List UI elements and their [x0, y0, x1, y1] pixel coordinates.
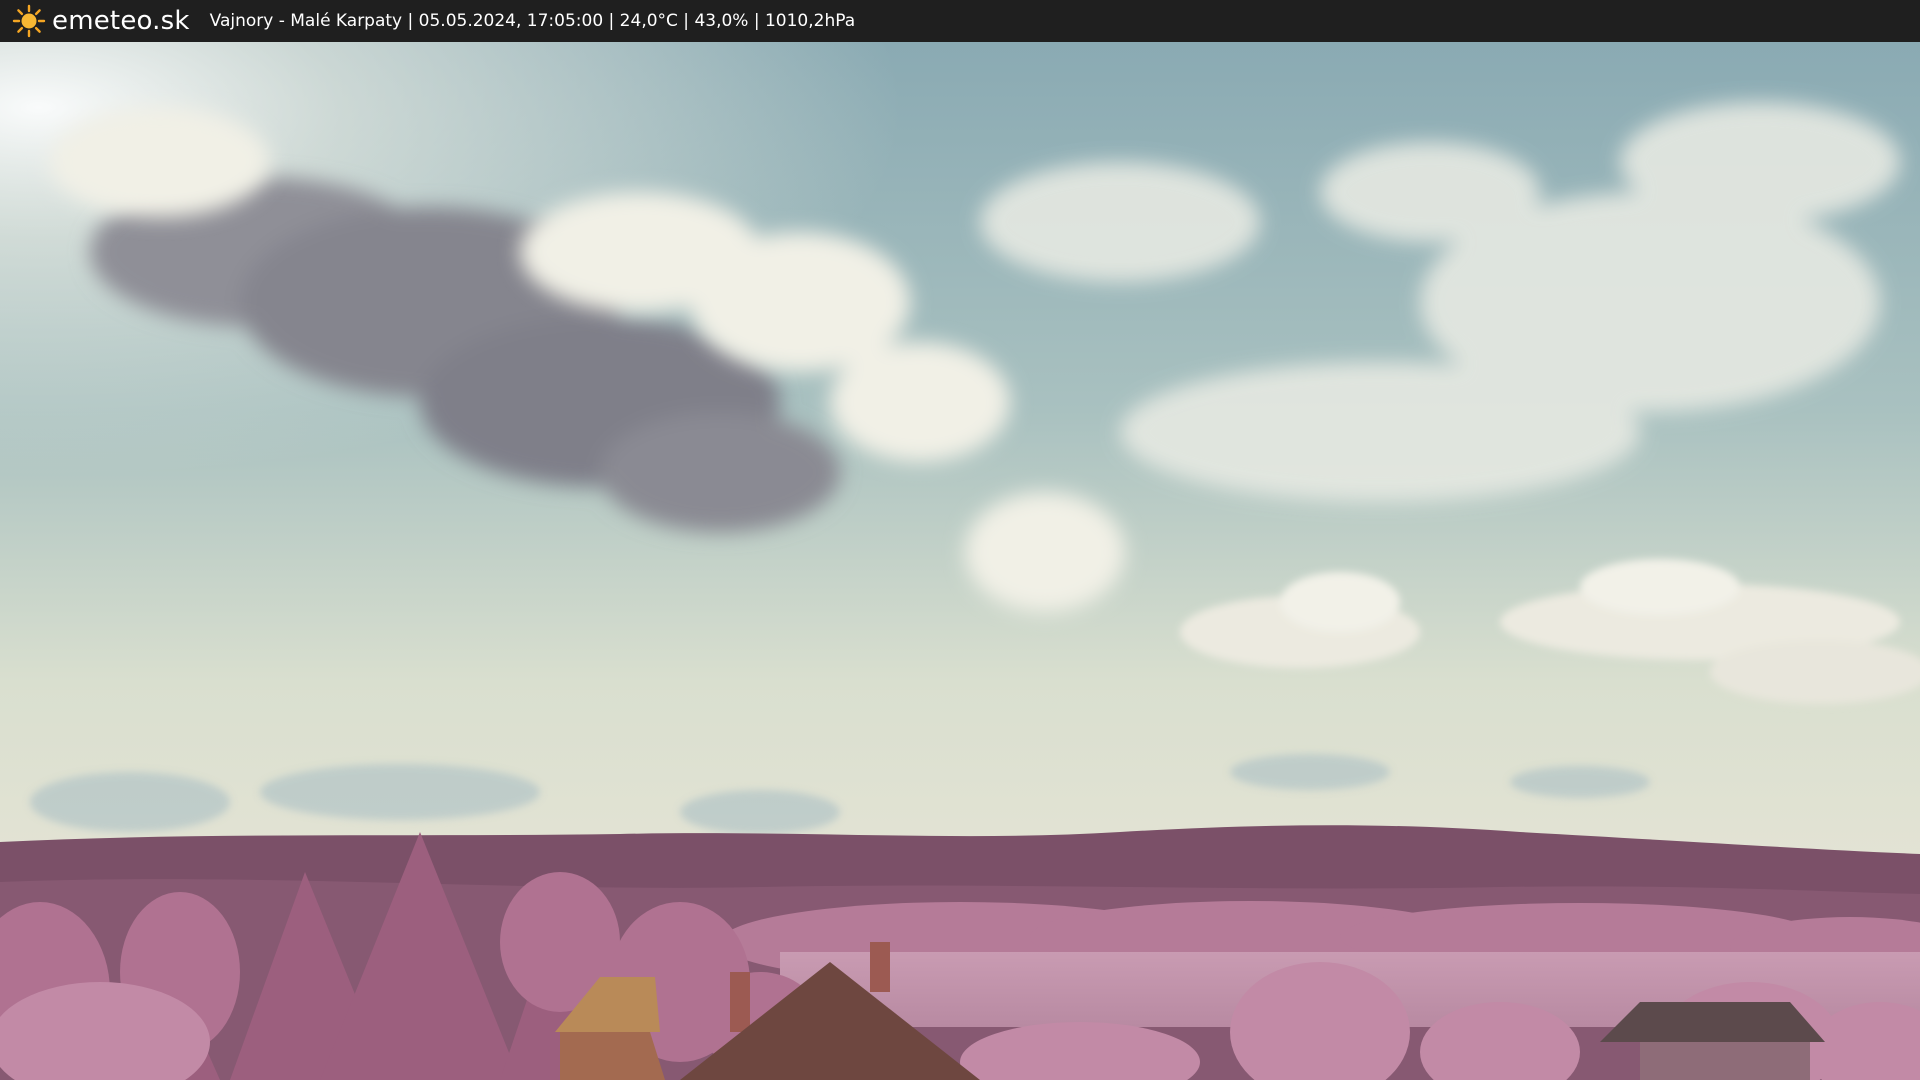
webcam-frame: emeteo.sk Vajnory - Malé Karpaty | 05.05…	[0, 0, 1920, 1080]
sun-icon	[12, 4, 46, 38]
station-caption: Vajnory - Malé Karpaty | 05.05.2024, 17:…	[209, 11, 856, 31]
header-bar: emeteo.sk Vajnory - Malé Karpaty | 05.05…	[0, 0, 1920, 42]
brand-logo-text[interactable]: emeteo.sk	[52, 6, 190, 36]
webcam-image	[0, 42, 1920, 1080]
